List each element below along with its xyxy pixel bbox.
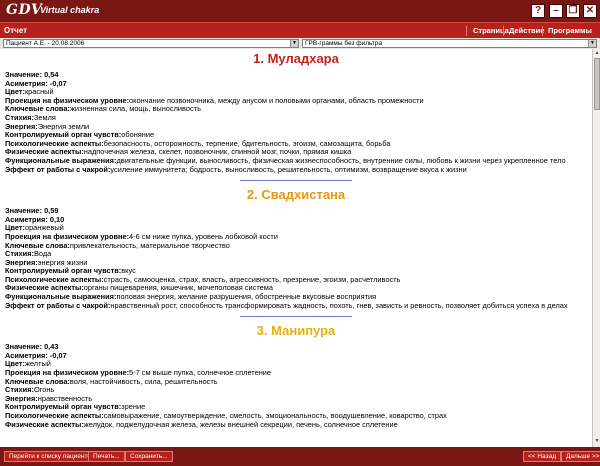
chakra-section: 2. Свадхистана Значение: 0,59 Асиметрия:… — [5, 187, 587, 310]
projection-line: Проекция на физическом уровне:окончание … — [5, 96, 424, 105]
chakra-title: 1. Муладхара — [253, 51, 339, 66]
tab-report[interactable]: Отчет — [4, 26, 27, 35]
restore-button[interactable]: ❐ — [566, 4, 580, 18]
asymmetry-line: Асиметрия: 0,10 — [5, 215, 65, 224]
value-line: Значение: 0,59 — [5, 207, 59, 216]
scroll-down-icon[interactable]: ▼ — [594, 438, 600, 445]
chakra-title: 2. Свадхистана — [246, 187, 346, 203]
menu-separator — [542, 26, 543, 36]
sense-line: Контролируемый орган чувств:зрение — [5, 403, 146, 412]
keywords-line: Ключевые слова:жизненная сила, мощь, вын… — [5, 105, 201, 114]
section-divider — [240, 180, 352, 182]
color-line: Цвет:желтый — [5, 360, 51, 369]
color-line: Цвет:оранжевый — [5, 224, 64, 233]
chevron-down-icon: ▼ — [588, 40, 596, 47]
element-line: Стихия:Огонь — [5, 386, 55, 395]
psych-line: Психологические аспекты:страсть, самооце… — [5, 275, 401, 284]
print-button[interactable]: Печать... — [88, 451, 125, 462]
app-title: Virtual chakra — [40, 5, 100, 15]
menu-bar: Отчет Страница Действие Программы — [0, 22, 600, 38]
back-button[interactable]: << Назад — [523, 451, 562, 462]
filter-bar: Пациент А.Е. - 20.08.2006 ▼ ГРВ-граммы б… — [0, 38, 600, 49]
close-button[interactable]: ✕ — [583, 4, 597, 18]
menu-separator — [466, 26, 467, 36]
physical-line: Физические аспекты:надпочечная железа, с… — [5, 148, 352, 157]
asymmetry-line: Асиметрия: -0,07 — [5, 351, 67, 360]
physical-line: Физические аспекты:желудок, поджелудочна… — [5, 420, 398, 429]
energy-line: Энергия:Энергия земли — [5, 122, 90, 131]
scroll-thumb[interactable] — [594, 58, 600, 110]
effect-line: Эффект от работы с чакрой:нравственный р… — [5, 301, 568, 310]
patient-select[interactable]: Пациент А.Е. - 20.08.2006 ▼ — [3, 39, 299, 48]
value-line: Значение: 0,43 — [5, 343, 59, 352]
chakra-section: 1. Муладхара Значение: 0,54 Асиметрия: -… — [5, 51, 587, 174]
section-divider — [240, 316, 352, 318]
projection-line: Проекция на физическом уровне:5-7 см выш… — [5, 369, 272, 378]
app-logo: GDV — [6, 2, 43, 18]
psych-line: Психологические аспекты:самовыражение, с… — [5, 412, 447, 420]
color-line: Цвет:красный — [5, 88, 54, 97]
energy-line: Энергия:энергия жизни — [5, 258, 88, 267]
psych-line: Психологические аспекты:безопасность, ос… — [5, 139, 391, 148]
chevron-down-icon: ▼ — [290, 40, 298, 47]
report-content: 1. Муладхара Значение: 0,54 Асиметрия: -… — [0, 49, 592, 447]
projection-line: Проекция на физическом уровне:4-6 см ниж… — [5, 232, 278, 241]
sense-line: Контролируемый орган чувств:вкус — [5, 267, 136, 276]
help-button[interactable]: ? — [531, 4, 545, 18]
keywords-line: Ключевые слова:привлекательность, матери… — [5, 241, 230, 250]
menu-programs[interactable]: Программы — [548, 26, 592, 35]
title-bar: GDV Virtual chakra ? – ❐ ✕ — [0, 0, 600, 22]
functional-line: Функциональные выражения:двигательные фу… — [5, 156, 566, 165]
vertical-scrollbar[interactable]: ▲ ▼ — [592, 49, 600, 447]
effect-line: Эффект от работы с чакрой:усиление иммун… — [5, 165, 467, 174]
chakra-section: 3. Манипура Значение: 0,43 Асиметрия: -0… — [5, 323, 587, 429]
menu-action[interactable]: Действие — [509, 26, 544, 35]
patients-list-button[interactable]: Перейти к списку пациентов — [4, 451, 100, 462]
element-line: Стихия:Земля — [5, 113, 56, 122]
value-line: Значение: 0,54 — [5, 71, 59, 79]
chakra-title: 3. Манипура — [256, 323, 336, 339]
filter-select-value: ГРВ-граммы без фильтра — [305, 40, 383, 47]
asymmetry-line: Асиметрия: -0,07 — [5, 79, 67, 88]
bottom-bar: Перейти к списку пациентов Печать... Сох… — [0, 447, 600, 466]
element-line: Стихия:Вода — [5, 250, 52, 259]
energy-line: Энергия:нравственность — [5, 394, 93, 403]
menu-separator — [503, 26, 504, 36]
physical-line: Физические аспекты:органы пищеварения, к… — [5, 284, 273, 293]
filter-select[interactable]: ГРВ-граммы без фильтра ▼ — [302, 39, 597, 48]
minimize-button[interactable]: – — [549, 4, 563, 18]
sense-line: Контролируемый орган чувств:обоняние — [5, 131, 155, 140]
keywords-line: Ключевые слова:воля, настойчивость, сила… — [5, 377, 218, 386]
functional-line: Функциональные выражения:половая энергия… — [5, 293, 377, 302]
scroll-up-icon[interactable]: ▲ — [594, 50, 600, 57]
save-button[interactable]: Сохранить... — [125, 451, 173, 462]
next-button[interactable]: Дальше >> — [561, 451, 600, 462]
patient-select-value: Пациент А.Е. - 20.08.2006 — [6, 40, 85, 47]
